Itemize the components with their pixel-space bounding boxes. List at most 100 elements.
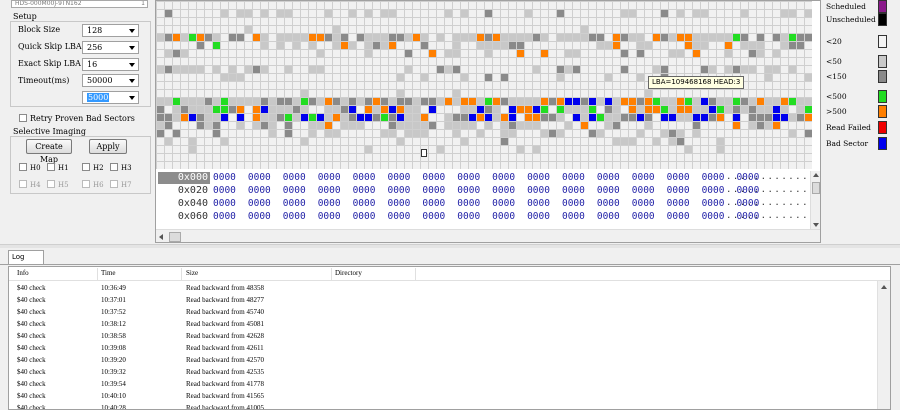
map-horizontal-scrollbar[interactable] [156, 229, 820, 242]
drive-model-field[interactable]: HDS-000M00J-9TN162 1 [11, 0, 148, 8]
sector-block [469, 98, 476, 105]
hex-words: 0000 0000 0000 0000 0000 0000 0000 0000 … [213, 185, 760, 196]
scroll-down-icon[interactable] [813, 223, 819, 227]
head-4-checkbox[interactable] [19, 180, 27, 188]
sector-block [453, 50, 460, 57]
sector-block [333, 42, 340, 49]
sector-block [733, 98, 740, 105]
log-row[interactable]: $40 check 10:39:20 Read backward from 4257… [9, 354, 877, 366]
log-row[interactable]: $40 check 10:39:32 Read backward from 4253… [9, 366, 877, 378]
sector-block [765, 66, 772, 73]
sector-block [669, 98, 676, 105]
log-row[interactable]: $40 check 10:37:52 Read backward from 4574… [9, 306, 877, 318]
sector-block [589, 106, 596, 113]
sector-block [349, 106, 356, 113]
head-7-checkbox[interactable] [110, 180, 118, 188]
timeout-select[interactable]: 50000 [82, 74, 139, 87]
sector-map-grid[interactable]: LBA=109468168 HEAD:3 [156, 1, 812, 169]
sector-block [517, 34, 524, 41]
sector-block [741, 42, 748, 49]
log-row[interactable]: $40 check 10:40:10 Read backward from 4156… [9, 390, 877, 402]
sector-block [397, 106, 404, 113]
sector-block [493, 98, 500, 105]
scroll-up-icon[interactable] [881, 285, 887, 289]
head-6-checkbox[interactable] [82, 180, 90, 188]
log-row[interactable]: $40 check 10:39:54 Read backward from 4177… [9, 378, 877, 390]
sector-block [325, 130, 332, 137]
head-3-checkbox[interactable] [110, 163, 118, 171]
sector-block [653, 98, 660, 105]
log-row[interactable]: $40 check 10:39:08 Read backward from 4261… [9, 342, 877, 354]
sector-block [309, 34, 316, 41]
sector-block [317, 114, 324, 121]
scroll-left-icon[interactable] [159, 234, 163, 240]
sector-block [629, 106, 636, 113]
col-directory-header[interactable]: Directory [335, 267, 362, 280]
sector-block [597, 114, 604, 121]
sector-block [221, 138, 228, 145]
tab-log[interactable]: Log [8, 250, 44, 264]
sector-block [261, 42, 268, 49]
sector-block [365, 50, 372, 57]
hex-vertical-scrollbar[interactable] [810, 171, 820, 229]
sector-block [525, 106, 532, 113]
head-5-checkbox[interactable] [47, 180, 55, 188]
sector-block [229, 74, 236, 81]
head-2-checkbox[interactable] [82, 163, 90, 171]
sector-block [661, 98, 668, 105]
scroll-up-icon[interactable] [813, 173, 819, 177]
sector-block [405, 114, 412, 121]
chevron-down-icon [129, 63, 135, 67]
sector-block [581, 34, 588, 41]
log-row[interactable]: $40 check 10:38:58 Read backward from 4262… [9, 330, 877, 342]
timeout2-select[interactable]: 5000 [82, 91, 139, 104]
scroll-thumb[interactable] [812, 182, 820, 194]
sector-block [325, 10, 332, 17]
log-row[interactable]: $40 check 10:40:28 Read backward from 4100… [9, 402, 877, 409]
log-row[interactable]: $40 check 10:37:01 Read backward from 4827… [9, 294, 877, 306]
sector-block [445, 98, 452, 105]
sector-block [749, 42, 756, 49]
head-1-checkbox[interactable] [47, 163, 55, 171]
sector-block [717, 138, 724, 145]
col-size-header[interactable]: Size [186, 267, 198, 280]
quick-skip-label: Quick Skip LBA [18, 42, 82, 51]
legend-label: >500 [826, 107, 847, 116]
quick-skip-select[interactable]: 256 [82, 41, 139, 54]
retry-bad-sectors-checkbox[interactable] [19, 114, 27, 122]
sector-block [709, 106, 716, 113]
log-row[interactable]: $40 check 10:38:12 Read backward from 4508… [9, 318, 877, 330]
block-size-select[interactable]: 128 [82, 24, 139, 37]
log-list[interactable]: Info Time Size Directory $40 check 10:36:… [8, 266, 891, 410]
sector-block [565, 50, 572, 57]
sector-block [197, 34, 204, 41]
sector-block [157, 98, 164, 105]
sector-block [669, 130, 676, 137]
log-row[interactable]: $40 check 10:36:49 Read backward from 4835… [9, 282, 877, 294]
exact-skip-value: 16 [87, 60, 98, 69]
sector-block [677, 114, 684, 121]
create-map-button[interactable]: Create Map [26, 139, 72, 164]
sector-block [805, 74, 812, 81]
log-cell-time: 10:39:08 [101, 344, 126, 352]
head-0-label: H0 [30, 164, 41, 172]
log-cell-info: $40 check [17, 392, 46, 400]
log-scrollbar[interactable] [877, 281, 890, 409]
col-time-header[interactable]: Time [101, 267, 116, 280]
sector-block [621, 138, 628, 145]
hex-viewer[interactable]: 0x000 0000 0000 0000 0000 0000 0000 0000… [156, 171, 820, 229]
col-info-header[interactable]: Info [17, 267, 29, 280]
sector-block [469, 34, 476, 41]
sector-block [653, 34, 660, 41]
sector-block [277, 10, 284, 17]
sector-block [341, 106, 348, 113]
head-0-checkbox[interactable] [19, 163, 27, 171]
scroll-thumb[interactable] [169, 232, 181, 242]
sector-block [429, 98, 436, 105]
sector-block [637, 98, 644, 105]
sector-block [613, 106, 620, 113]
legend-label: Bad Sector [826, 139, 869, 148]
exact-skip-select[interactable]: 16 [82, 58, 139, 71]
apply-button[interactable]: Apply [89, 139, 127, 154]
sector-block [669, 34, 676, 41]
